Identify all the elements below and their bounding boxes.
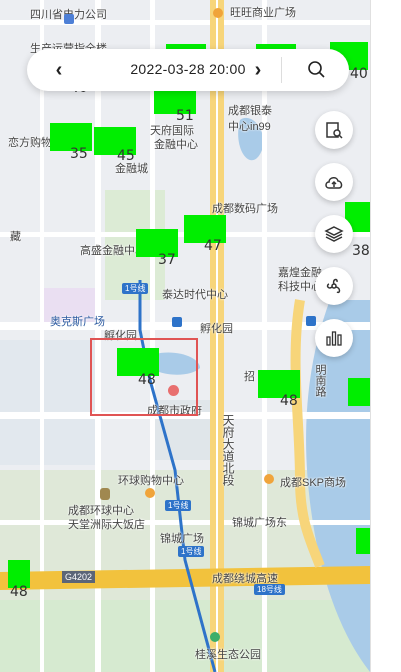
building-icon bbox=[64, 14, 74, 24]
search-icon[interactable] bbox=[306, 59, 328, 81]
aqi-value: 38 bbox=[352, 243, 370, 259]
map-book-search-button[interactable] bbox=[315, 111, 353, 149]
map-label: 锦城广场东 bbox=[232, 517, 287, 529]
map-label: 成都SKP商场 bbox=[280, 477, 347, 489]
bar-chart-icon bbox=[326, 331, 342, 346]
aqi-value: 47 bbox=[204, 238, 222, 254]
map-label: 招 bbox=[244, 371, 255, 383]
aqi-marker[interactable] bbox=[348, 378, 370, 406]
panel-border bbox=[370, 0, 371, 672]
map-label: 明南路 bbox=[314, 364, 326, 397]
selection-highlight-box bbox=[90, 338, 198, 416]
wind-swirl-icon bbox=[326, 278, 341, 294]
aqi-value: 48 bbox=[280, 393, 298, 409]
shopping-icon bbox=[264, 474, 274, 484]
aqi-marker[interactable] bbox=[356, 528, 370, 554]
map-label: 泰达时代中心 bbox=[162, 289, 228, 301]
datetime-display: 2022-03-28 20:00 bbox=[130, 61, 246, 77]
map-label: 桂溪生态公园 bbox=[195, 649, 261, 661]
map-label: 环球购物中心 bbox=[118, 475, 184, 487]
map-label: 恋方购物 bbox=[8, 137, 52, 149]
map-label: 奥克斯广场 bbox=[50, 316, 105, 328]
shopping-icon bbox=[145, 488, 155, 498]
map-label: 天堂洲际大饭店 bbox=[68, 519, 145, 531]
metro-station-icon bbox=[306, 316, 316, 326]
road-label: 天府大道北段 bbox=[221, 414, 235, 486]
aqi-value: 48 bbox=[10, 584, 28, 600]
map-book-search-icon bbox=[326, 122, 343, 139]
map-label: 金融中心 bbox=[154, 139, 198, 151]
map-label: 中心in99 bbox=[228, 121, 271, 133]
shopping-icon bbox=[213, 8, 223, 18]
aqi-value: 35 bbox=[70, 146, 88, 162]
map-label: 锦城广场 bbox=[160, 533, 204, 545]
map-label: 藏 bbox=[10, 231, 21, 243]
aqi-value: 37 bbox=[158, 252, 176, 268]
aqi-value: 51 bbox=[176, 108, 194, 124]
map-label: 成都数码广场 bbox=[212, 203, 278, 215]
aqi-value: 45 bbox=[117, 148, 135, 164]
landmark-icon bbox=[100, 488, 110, 500]
chevron-right-icon[interactable]: › bbox=[246, 58, 270, 82]
metro-line-badge: 1号线 bbox=[165, 500, 192, 511]
layers-button[interactable] bbox=[315, 215, 353, 253]
highway-shield: G4202 bbox=[62, 571, 96, 583]
aqi-value: 40 bbox=[350, 66, 368, 82]
statistics-button[interactable] bbox=[315, 319, 353, 357]
metro-station-icon bbox=[172, 317, 182, 327]
layers-icon bbox=[324, 226, 344, 242]
metro-line-badge: 1号线 bbox=[122, 283, 149, 294]
toolbar-divider bbox=[281, 57, 282, 83]
metro-line-badge: 1号线 bbox=[178, 546, 205, 557]
datetime-toolbar: ‹ 2022-03-28 20:00 › bbox=[27, 49, 349, 91]
wind-swirl-button[interactable] bbox=[315, 267, 353, 305]
map-label: 孵化园 bbox=[200, 323, 233, 335]
cloud-upload-icon bbox=[325, 177, 343, 189]
map-canvas[interactable]: 四川省电力公司 生产运营指全楼 旺旺商业广场 成都银泰 中心in99 天府国际 … bbox=[0, 0, 370, 672]
park-icon bbox=[210, 632, 220, 642]
map-label: 旺旺商业广场 bbox=[230, 7, 296, 19]
cloud-upload-button[interactable] bbox=[315, 163, 353, 201]
metro-line-badge: 18号线 bbox=[254, 584, 285, 595]
map-label: 成都银泰 bbox=[228, 105, 272, 117]
